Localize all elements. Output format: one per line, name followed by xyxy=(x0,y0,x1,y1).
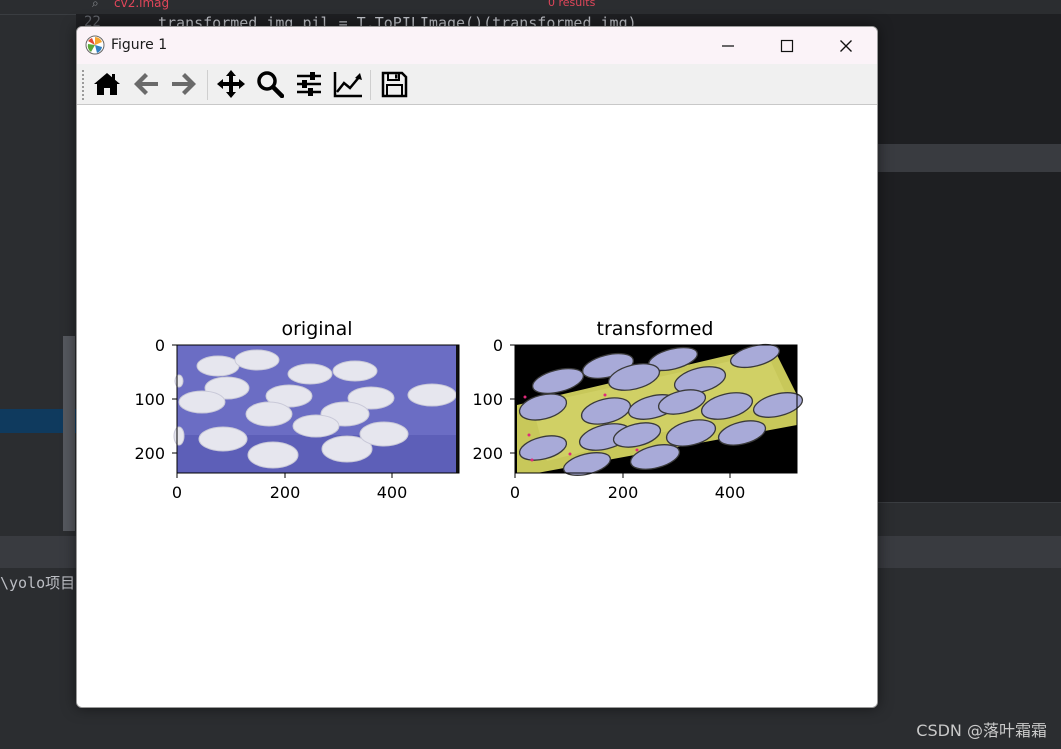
toolbar-separator xyxy=(207,70,208,100)
minimize-icon xyxy=(722,44,734,47)
x-tick-label: 0 xyxy=(172,483,182,502)
y-tick-label: 100 xyxy=(472,390,503,409)
x-tick-label: 0 xyxy=(510,483,520,502)
pan-button[interactable] xyxy=(215,68,247,100)
console-path-text: \yolo项目 xyxy=(0,574,76,592)
maximize-button[interactable] xyxy=(764,27,810,64)
scrollbar[interactable] xyxy=(63,336,75,531)
y-tick-label: 0 xyxy=(493,336,503,355)
ide-toolbar: ⌕ cv2.imag 0 results xyxy=(0,0,1061,15)
save-button[interactable] xyxy=(378,68,410,100)
maximize-icon xyxy=(780,39,794,52)
search-icon[interactable]: ⌕ xyxy=(92,0,99,11)
configure-subplots-button[interactable] xyxy=(293,68,325,100)
x-tick-label: 200 xyxy=(270,483,301,502)
floppy-disk-icon xyxy=(381,71,408,98)
back-button[interactable] xyxy=(130,68,162,100)
watermark: CSDN @落叶霜霜 xyxy=(916,721,1047,740)
original-image[interactable] xyxy=(173,345,459,473)
line-chart-icon xyxy=(333,72,362,98)
home-icon xyxy=(94,73,120,95)
ide-panel-footer xyxy=(876,502,1061,537)
home-button[interactable] xyxy=(91,68,123,100)
subplot-title-original: original xyxy=(281,318,352,340)
matplotlib-logo-icon xyxy=(85,35,105,55)
ide-panel-header xyxy=(876,144,1061,172)
move-icon xyxy=(217,70,245,98)
search-results-count: 0 results xyxy=(548,0,596,9)
arrow-left-icon xyxy=(134,73,158,95)
figure-canvas[interactable]: original 0 100 200 0 200 400 transformed… xyxy=(77,105,877,707)
x-tick-label: 400 xyxy=(377,483,408,502)
forward-button[interactable] xyxy=(168,68,200,100)
ide-side-panel xyxy=(876,172,1061,502)
transformed-image[interactable] xyxy=(515,340,805,479)
x-tick-label: 400 xyxy=(715,483,746,502)
y-tick-label: 200 xyxy=(134,444,165,463)
edit-axes-button[interactable] xyxy=(332,68,364,100)
search-query[interactable]: cv2.imag xyxy=(114,0,169,10)
y-tick-label: 100 xyxy=(134,390,165,409)
y-tick-label: 0 xyxy=(155,336,165,355)
magnifier-icon xyxy=(257,71,284,98)
figure-window: Figure 1 original 0 100 200 0 200 400 tr… xyxy=(76,26,878,708)
sliders-icon xyxy=(297,72,321,96)
toolbar-grip[interactable] xyxy=(82,70,87,100)
window-title: Figure 1 xyxy=(111,37,168,53)
navigation-toolbar xyxy=(77,64,877,105)
arrow-right-icon xyxy=(172,73,196,95)
title-bar[interactable]: Figure 1 xyxy=(77,27,877,64)
y-tick-label: 200 xyxy=(472,444,503,463)
toolbar-separator xyxy=(370,70,371,100)
close-button[interactable] xyxy=(823,27,869,64)
subplot-title-transformed: transformed xyxy=(597,318,714,340)
x-tick-label: 200 xyxy=(608,483,639,502)
minimize-button[interactable] xyxy=(705,27,751,64)
close-icon xyxy=(840,39,852,52)
zoom-button[interactable] xyxy=(254,68,286,100)
